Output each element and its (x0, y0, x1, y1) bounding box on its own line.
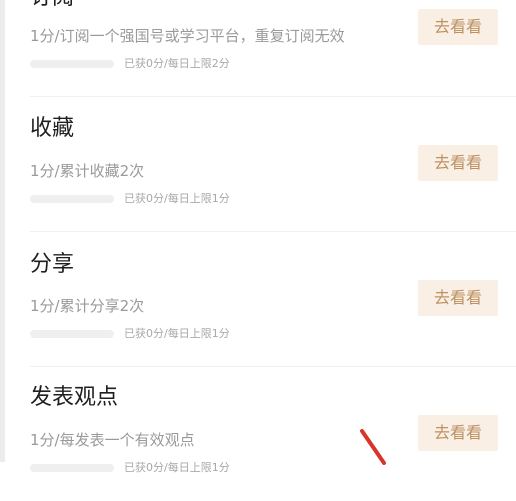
progress-text: 已获0分/每日上限1分 (124, 327, 230, 340)
progress-bar (30, 195, 114, 203)
progress-bar (30, 464, 114, 472)
task-title: 订阅 (30, 0, 74, 11)
task-item-favorite: 收藏 1分/累计收藏2次 已获0分/每日上限1分 去看看 (0, 97, 516, 231)
progress-bar (30, 330, 114, 338)
annotation-stroke (360, 429, 386, 465)
progress-bar (30, 60, 114, 68)
progress-text: 已获0分/每日上限2分 (124, 57, 230, 70)
task-item-subscribe: 订阅 1分/订阅一个强国号或学习平台，重复订阅无效 已获0分/每日上限2分 去看… (0, 0, 516, 97)
red-arrow-annotation (360, 429, 386, 465)
task-description: 1分/每发表一个有效观点 (30, 431, 195, 449)
task-title: 发表观点 (30, 385, 119, 410)
go-see-button[interactable]: 去看看 (418, 145, 498, 181)
task-description: 1分/累计分享2次 (30, 297, 145, 315)
progress-text: 已获0分/每日上限1分 (124, 192, 230, 205)
progress-text: 已获0分/每日上限1分 (124, 461, 230, 474)
task-title: 收藏 (30, 116, 75, 141)
task-title: 分享 (30, 252, 75, 277)
go-see-button[interactable]: 去看看 (418, 415, 498, 451)
task-description: 1分/累计收藏2次 (30, 162, 145, 180)
go-see-button[interactable]: 去看看 (418, 280, 498, 316)
task-item-share: 分享 1分/累计分享2次 已获0分/每日上限1分 去看看 (0, 232, 516, 366)
task-description: 1分/订阅一个强国号或学习平台，重复订阅无效 (30, 27, 345, 45)
task-item-comment: 发表观点 1分/每发表一个有效观点 已获0分/每日上限1分 去看看 (0, 367, 516, 501)
go-see-button[interactable]: 去看看 (418, 9, 498, 45)
